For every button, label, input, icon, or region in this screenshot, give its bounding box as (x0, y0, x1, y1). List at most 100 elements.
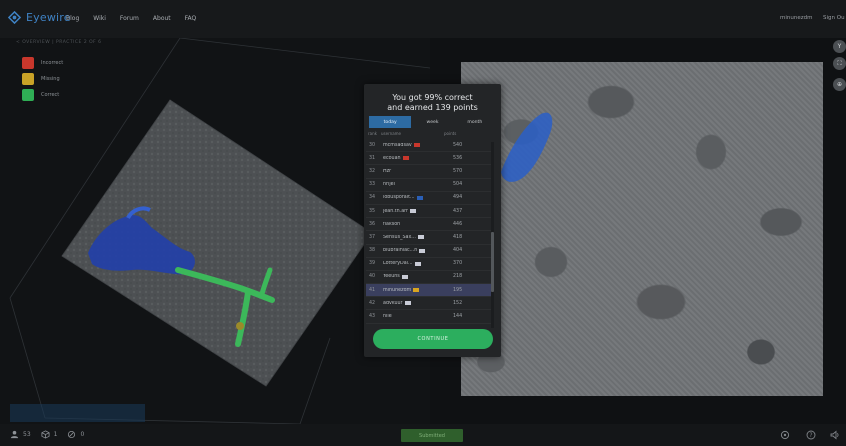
leaderboard-row[interactable]: 43 nile 144 (366, 310, 492, 324)
row-username-text: minunezdm (383, 287, 412, 293)
brand-name: Eyewire (26, 11, 71, 24)
player-stats: 53 1 0 (10, 430, 90, 439)
results-points: and earned 139 points (387, 102, 478, 112)
leaderboard-row[interactable]: 35 jean.th.arr 437 (366, 205, 492, 219)
row-username-text: jean.th.arr (383, 208, 409, 214)
country-flag-icon (401, 274, 408, 279)
nav-link-about[interactable]: About (153, 15, 171, 22)
row-points: 446 (453, 221, 463, 227)
row-points: 536 (453, 155, 463, 161)
blue-overlay (501, 112, 553, 182)
leaderboard-tabs: today week month (369, 116, 496, 128)
row-username-text: LotteryDal... (383, 261, 413, 267)
row-username[interactable]: Hzr (383, 169, 449, 174)
row-username[interactable]: ecouan (383, 156, 449, 161)
legend-item-correct: Correct (22, 87, 63, 103)
username-link[interactable]: minunezdm (780, 15, 812, 21)
row-points: 195 (453, 287, 463, 293)
leaderboard-row[interactable]: 40 Yeeuhs 218 (366, 271, 492, 285)
tab-week[interactable]: week (411, 116, 453, 128)
row-rank: 43 (369, 314, 376, 320)
results-title: You got 99% correct and earned 139 point… (364, 93, 501, 112)
nav-link-forum[interactable]: Forum (120, 15, 139, 22)
leaderboard-row-current-user[interactable]: 41 minunezdm 195 (366, 284, 492, 298)
leaderboard-header: rank username points (368, 131, 496, 136)
nav-link-wiki[interactable]: Wiki (93, 15, 106, 22)
row-username[interactable]: lobusporalt... (383, 195, 449, 200)
sound-icon[interactable] (830, 430, 840, 440)
legend-item-incorrect: Incorrect (22, 55, 63, 71)
row-username[interactable]: LotteryDal... (383, 261, 449, 266)
row-username-text: blubrainiac...h (383, 248, 418, 254)
leaderboard-row[interactable]: 42 advkuur 152 (366, 297, 492, 311)
row-username[interactable]: mcmsadsav (383, 143, 449, 148)
leaderboard-row[interactable]: 30 mcmsadsav 540 (366, 139, 492, 153)
help-y-button[interactable]: Y (833, 40, 846, 53)
row-username[interactable]: advkuur (383, 301, 449, 306)
leaderboard-row[interactable]: 33 nrijel 504 (366, 179, 492, 192)
cube-icon (41, 430, 50, 439)
row-username[interactable]: jean.th.arr (383, 209, 449, 214)
nav-link-blog[interactable]: Blog (66, 15, 79, 22)
country-flag-icon (410, 209, 417, 214)
row-username-text: flakson (383, 221, 401, 227)
row-username-text: mcmsadsav (383, 142, 412, 148)
brand-logo[interactable]: Eyewire (8, 11, 71, 24)
zoom-button[interactable]: ⊕ (833, 78, 846, 91)
legend-item-missing: Missing (22, 71, 63, 87)
col-points: points (444, 131, 457, 136)
row-points: 540 (453, 142, 463, 148)
bottom-bar: 53 1 0 Submitted ? (0, 424, 846, 446)
row-username-text: advkuur (383, 300, 403, 306)
row-username[interactable]: nrijel (383, 182, 449, 187)
settings-icon[interactable] (780, 430, 790, 440)
row-rank: 30 (369, 142, 376, 148)
country-flag-icon (419, 248, 426, 253)
leaderboard-row[interactable]: 32 Hzr 570 (366, 165, 492, 179)
row-username[interactable]: Sensus_Sax... (383, 235, 449, 240)
row-username[interactable]: flakson (383, 222, 449, 227)
row-points: 144 (453, 314, 463, 320)
continue-button[interactable]: CONTINUE (373, 329, 493, 349)
players-count: 53 (23, 431, 31, 438)
row-username[interactable]: blubrainiac...h (383, 248, 449, 253)
leaderboard-row[interactable]: 36 flakson 446 (366, 218, 492, 232)
sign-out-link[interactable]: Sign Ou (823, 15, 845, 21)
row-points: 370 (453, 261, 463, 267)
results-accuracy: You got 99% correct (392, 93, 473, 102)
row-username[interactable]: minunezdm (383, 288, 449, 293)
tab-month[interactable]: month (454, 116, 496, 128)
eyewire-logo-icon (8, 11, 21, 24)
leaderboard-row[interactable]: 38 blubrainiac...h 404 (366, 245, 492, 258)
row-username-text: ecouan (383, 155, 401, 161)
leaderboard-list[interactable]: 30 mcmsadsav 540 31 ecouan 536 32 Hzr 570 33 nrije… (366, 139, 492, 326)
fullscreen-button[interactable]: ⛶ (833, 57, 846, 70)
breadcrumb[interactable]: < OVERVIEW | PRACTICE 2 OF 6 (16, 40, 102, 45)
leaderboard-row[interactable]: 39 LotteryDal... 370 (366, 258, 492, 271)
help-icon[interactable]: ? (806, 430, 816, 440)
scrollbar-thumb[interactable] (491, 232, 494, 292)
row-rank: 40 (369, 274, 376, 280)
points-count: 0 (80, 431, 85, 438)
players-icon (10, 430, 19, 439)
nav-link-faq[interactable]: FAQ (185, 15, 197, 22)
legend-swatch (22, 57, 34, 69)
main-nav: Blog Wiki Forum About FAQ (66, 15, 210, 22)
row-rank: 36 (369, 221, 376, 227)
row-rank: 38 (369, 248, 376, 254)
country-flag-icon (417, 235, 424, 240)
legend-swatch (22, 89, 34, 101)
row-username[interactable]: Yeeuhs (383, 274, 449, 279)
leaderboard-row[interactable]: 37 Sensus_Sax... 418 (366, 231, 492, 245)
row-username[interactable]: nile (383, 314, 449, 319)
em-slice-image[interactable] (461, 62, 823, 396)
leaderboard-row[interactable]: 31 ecouan 536 (366, 152, 492, 166)
row-username-text: Yeeuhs (383, 274, 400, 280)
submitted-button[interactable]: Submitted (401, 429, 463, 442)
row-rank: 32 (369, 168, 376, 174)
country-flag-icon (413, 143, 420, 148)
row-points: 504 (453, 182, 463, 188)
leaderboard-row[interactable]: 34 lobusporalt... 494 (366, 192, 492, 205)
country-flag-icon (413, 288, 420, 293)
tab-today[interactable]: today (369, 116, 412, 128)
